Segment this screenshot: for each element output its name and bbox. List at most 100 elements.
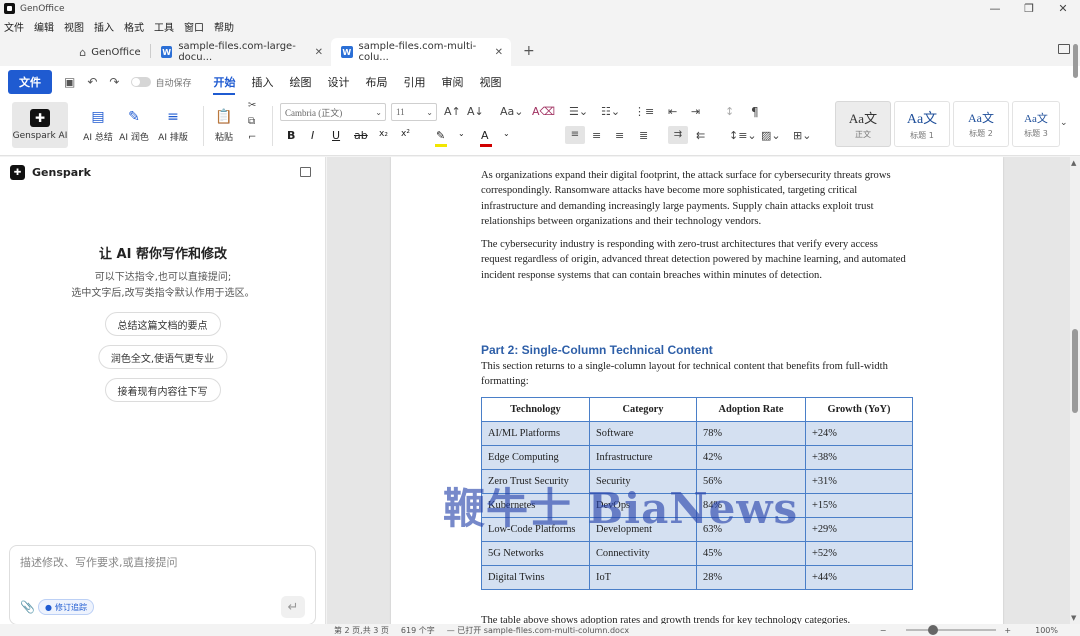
genspark-ai-button[interactable]: ✚ Genspark AI: [12, 102, 68, 148]
tab-home-ribbon[interactable]: 开始: [213, 74, 236, 95]
undo-icon[interactable]: ↶: [87, 75, 97, 89]
menu-edit[interactable]: 编辑: [34, 19, 54, 34]
bold-icon[interactable]: B: [287, 129, 295, 142]
change-case-icon[interactable]: Aa⌄: [500, 105, 523, 118]
style-heading-2[interactable]: Aa文 标题 2: [953, 101, 1009, 147]
style-normal[interactable]: Aa文 正文: [835, 101, 891, 147]
collapse-panel-icon[interactable]: [300, 167, 311, 177]
scroll-thumb[interactable]: [1072, 329, 1078, 413]
suggestion-continue[interactable]: 接着现有内容往下写: [104, 378, 221, 402]
menu-insert[interactable]: 插入: [94, 19, 114, 34]
zoom-in-icon[interactable]: +: [1004, 626, 1011, 635]
save-icon[interactable]: ▣: [64, 75, 75, 89]
borders-icon[interactable]: ⊞⌄: [793, 129, 811, 142]
menu-file[interactable]: 文件: [4, 19, 24, 34]
underline-icon[interactable]: U: [332, 129, 340, 142]
prompt-input[interactable]: [20, 556, 300, 569]
shrink-font-icon[interactable]: A↓: [467, 105, 484, 118]
superscript-icon[interactable]: x²: [401, 129, 410, 139]
shading-icon[interactable]: ▨⌄: [761, 129, 781, 142]
cut-icon[interactable]: ✂: [248, 100, 256, 111]
styles-expand-icon[interactable]: ⌄: [1060, 118, 1068, 128]
table-cell: IoT: [589, 565, 697, 590]
numbered-list-icon[interactable]: ☷⌄: [601, 105, 620, 118]
redo-icon[interactable]: ↷: [109, 75, 119, 89]
menu-help[interactable]: 帮助: [214, 19, 234, 34]
align-right-icon[interactable]: ≡: [615, 129, 624, 142]
track-changes-chip[interactable]: ● 修订追踪: [38, 599, 94, 615]
new-tab-icon[interactable]: +: [523, 43, 535, 59]
bullet-list-icon[interactable]: ☰⌄: [569, 105, 588, 118]
style-heading-1[interactable]: Aa文 标题 1: [894, 101, 950, 147]
minimize-button[interactable]: —: [978, 0, 1012, 17]
tab-home[interactable]: ⌂ GenOffice: [70, 38, 150, 66]
font-color-icon[interactable]: A: [481, 129, 489, 142]
multilevel-list-icon[interactable]: ⋮≡: [634, 105, 654, 118]
tab-document-multi-column[interactable]: W sample-files.com-multi-colu... ✕: [331, 38, 511, 66]
font-name-select[interactable]: Cambria (正文) ⌄: [280, 103, 386, 121]
tab-references[interactable]: 引用: [403, 74, 425, 90]
chevron-down-icon[interactable]: ⌄: [458, 129, 465, 138]
ai-layout-button[interactable]: ≡ AI 排版: [145, 102, 201, 148]
subscript-icon[interactable]: x₂: [379, 129, 388, 139]
rtl-direction-icon[interactable]: ⇇: [696, 129, 705, 142]
zoom-slider[interactable]: [906, 625, 997, 635]
tab-close-icon[interactable]: ✕: [495, 47, 503, 58]
line-spacing-icon[interactable]: ↕≡⌄: [729, 129, 757, 142]
suggestion-polish[interactable]: 润色全文,使语气更专业: [97, 345, 228, 369]
sort-icon[interactable]: ↕: [725, 105, 734, 118]
tab-review[interactable]: 审阅: [441, 74, 463, 90]
pilcrow-icon[interactable]: ¶: [751, 105, 759, 119]
maximize-button[interactable]: ❐: [1012, 0, 1046, 17]
decrease-indent-icon[interactable]: ⇤: [668, 105, 677, 118]
menu-window[interactable]: 窗口: [184, 19, 204, 34]
scroll-down-icon[interactable]: ▼: [1071, 614, 1076, 622]
format-painter-icon[interactable]: ⌐: [248, 132, 256, 143]
italic-icon[interactable]: I: [311, 129, 314, 142]
menu-format[interactable]: 格式: [124, 19, 144, 34]
strikethrough-icon[interactable]: ab: [354, 129, 368, 142]
align-center-icon[interactable]: ≡: [592, 129, 601, 142]
align-left-icon[interactable]: ≡: [565, 126, 585, 144]
close-window-button[interactable]: ✕: [1046, 0, 1080, 17]
suggestion-summarize[interactable]: 总结这篇文档的要点: [104, 312, 221, 336]
ltr-direction-icon[interactable]: ⇉: [668, 126, 688, 144]
tab-document-large[interactable]: W sample-files.com-large-docu... ✕: [151, 38, 331, 66]
tab-draw[interactable]: 绘图: [289, 74, 311, 90]
menu-tools[interactable]: 工具: [154, 19, 174, 34]
tab-layout[interactable]: 布局: [365, 74, 387, 90]
tab-design[interactable]: 设计: [327, 74, 349, 90]
highlight-icon[interactable]: ✎: [436, 129, 445, 142]
increase-indent-icon[interactable]: ⇥: [691, 105, 700, 118]
chevron-down-icon[interactable]: ⌄: [503, 129, 510, 138]
window-scroll-thumb[interactable]: [1073, 44, 1078, 78]
copy-icon[interactable]: ⧉: [248, 116, 255, 127]
attach-icon[interactable]: 📎: [20, 600, 35, 614]
tab-view[interactable]: 视图: [479, 74, 501, 90]
tab-close-icon[interactable]: ✕: [315, 47, 323, 58]
tab-insert[interactable]: 插入: [251, 74, 273, 90]
chevron-down-icon: ⌄: [375, 107, 382, 117]
document-page[interactable]: As organizations expand their digital fo…: [391, 157, 1003, 624]
word-count: 619 个字: [400, 625, 435, 635]
home-icon: ⌂: [79, 45, 87, 59]
panel-toggle-icon[interactable]: [1058, 44, 1070, 54]
word-doc-icon: W: [341, 46, 353, 58]
autosave-toggle[interactable]: [131, 77, 152, 87]
chevron-down-icon: ⌄: [426, 107, 433, 117]
clear-format-icon[interactable]: A⌫: [532, 105, 555, 118]
justify-icon[interactable]: ≣: [639, 129, 648, 142]
zoom-slider-knob[interactable]: [928, 625, 939, 635]
vertical-scrollbar[interactable]: ▲ ▼: [1070, 157, 1080, 624]
scroll-up-icon[interactable]: ▲: [1071, 159, 1076, 167]
style-heading-3[interactable]: Aa文 标题 3: [1012, 101, 1060, 147]
send-button[interactable]: ↵: [281, 596, 305, 618]
file-button[interactable]: 文件: [8, 70, 52, 94]
menu-view[interactable]: 视图: [64, 19, 84, 34]
paste-button[interactable]: 📋 粘贴: [198, 102, 250, 148]
font-size-select[interactable]: 11 ⌄: [391, 103, 437, 121]
zoom-out-icon[interactable]: −: [880, 626, 887, 635]
grow-font-icon[interactable]: A↑: [444, 105, 461, 118]
section-heading: Part 2: Single-Column Technical Content: [481, 343, 713, 357]
status-bar: 第 2 页,共 3 页 619 个字 — 已打开 sample-files.co…: [0, 624, 1080, 636]
